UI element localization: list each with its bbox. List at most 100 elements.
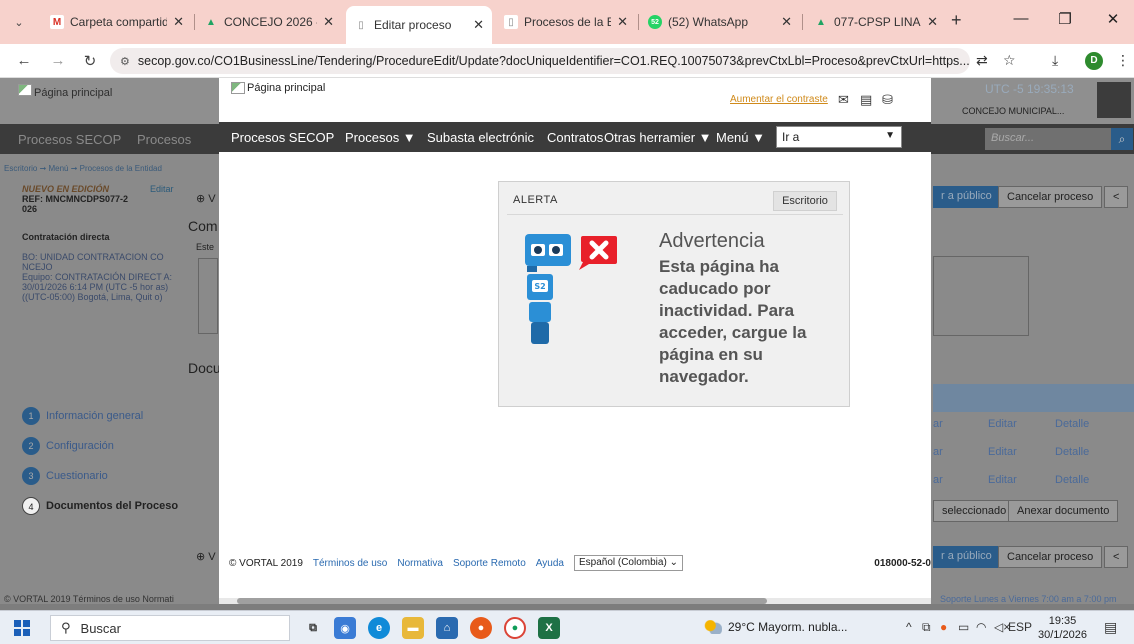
taskbar-search[interactable]: ⚲ Buscar: [50, 615, 290, 641]
language-select[interactable]: Español (Colombia) ⌄: [573, 555, 683, 571]
forward-icon[interactable]: →: [48, 52, 68, 69]
alert-dialog: ALERTA Escritorio S2 Advertencia Esta pá…: [498, 181, 850, 407]
tray-app-icon[interactable]: ⧉: [922, 620, 931, 635]
tab-close-icon[interactable]: ✕: [927, 14, 938, 30]
translate-icon[interactable]: ⇄: [976, 52, 988, 69]
profile-avatar[interactable]: D: [1085, 52, 1103, 70]
footer-link-terminos[interactable]: Términos de uso: [313, 558, 387, 569]
browser-tab-title: Carpeta compartid: [70, 15, 168, 29]
browser-tab[interactable]: ▯ Editar proceso ✕: [346, 6, 492, 44]
chevron-down-icon: ⌄: [669, 557, 678, 568]
copilot-icon[interactable]: ◉: [334, 617, 356, 639]
kebab-menu-icon[interactable]: ⋮: [1116, 52, 1130, 69]
bookmark-star-icon[interactable]: ☆: [1003, 52, 1016, 69]
footer-link-normativa[interactable]: Normativa: [397, 558, 443, 569]
step-number: 1: [22, 407, 40, 425]
tab-separator: [802, 14, 803, 30]
footer-link-ayuda[interactable]: Ayuda: [536, 558, 564, 569]
escritorio-button[interactable]: Escritorio: [773, 191, 837, 211]
background-collapse-button: <: [1104, 186, 1129, 208]
weather-text: 29°C Mayorm. nubla...: [728, 620, 848, 634]
background-contract-type: Contratación directa: [22, 232, 110, 242]
address-bar: ← → ↻ ⚙ secop.gov.co/CO1BusinessLine/Ten…: [0, 44, 1134, 78]
chrome-icon[interactable]: ●: [504, 617, 526, 639]
store-icon[interactable]: ⌂: [436, 617, 458, 639]
background-row-link: ar: [933, 418, 943, 430]
step-number: 2: [22, 437, 40, 455]
database-icon[interactable]: ⛁: [882, 92, 893, 108]
goto-select[interactable]: Ir a ▼: [776, 126, 902, 148]
background-publish-button: r a público: [933, 186, 1000, 208]
windows-taskbar: ⚲ Buscar ⧉ ◉ e ▬ ⌂ ● ● X 29°C Mayorm. nub…: [0, 610, 1134, 644]
browser-tab[interactable]: ▯ Procesos de la Enti ✕: [496, 8, 636, 36]
browser-tab[interactable]: ▲ CONCEJO 2026 - C ✕: [196, 8, 342, 36]
background-step: 3 Cuestionario: [22, 466, 108, 486]
modal-nav-item[interactable]: Contratos: [547, 130, 603, 145]
modal-nav-item[interactable]: Procesos SECOP: [231, 130, 334, 145]
download-icon[interactable]: ⤓: [1052, 52, 1058, 69]
browser-tab-title: Procesos de la Enti: [524, 15, 612, 29]
modal-nav: Procesos SECOP Procesos ▼ Subasta electrón…: [219, 122, 931, 152]
browser-tab-title: 077-CPSP LINA M: [834, 15, 921, 29]
tray-chrome-icon[interactable]: ●: [940, 620, 947, 634]
document-icon[interactable]: ▤: [860, 92, 872, 108]
tab-search-dropdown-icon[interactable]: ⌄: [8, 12, 30, 34]
minimize-icon[interactable]: —: [1006, 10, 1036, 27]
url-field[interactable]: ⚙ secop.gov.co/CO1BusinessLine/Tendering…: [110, 48, 970, 74]
alert-message: Esta página ha caducado por inactividad.…: [659, 257, 807, 386]
background-step: 1 Información general: [22, 406, 143, 426]
gmail-icon: M: [50, 15, 64, 29]
edge-icon[interactable]: e: [368, 617, 390, 639]
modal-nav-item[interactable]: Otras herramier ▼: [604, 130, 712, 145]
system-clock[interactable]: 19:35 30/1/2026: [1038, 614, 1087, 642]
step-number: 4: [22, 497, 40, 515]
background-partial-text: ⊕ V: [196, 193, 216, 205]
scrollbar-thumb[interactable]: [237, 598, 767, 604]
site-settings-icon[interactable]: ⚙: [120, 55, 130, 68]
battery-icon[interactable]: ▭: [958, 620, 969, 634]
goto-select-value: Ir a: [782, 130, 800, 144]
page-icon: ▯: [504, 15, 518, 29]
horizontal-scrollbar[interactable]: [219, 598, 931, 604]
tab-close-icon[interactable]: ✕: [323, 14, 334, 30]
mail-icon[interactable]: ✉: [838, 92, 849, 108]
restore-icon[interactable]: ❐: [1050, 10, 1080, 28]
excel-icon[interactable]: X: [538, 617, 560, 639]
background-nav-item: Procesos SECOP: [18, 132, 122, 147]
background-partial-text: Com: [188, 218, 218, 234]
tray-overflow-icon[interactable]: ^: [906, 620, 912, 634]
file-explorer-icon[interactable]: ▬: [402, 617, 424, 639]
tab-close-icon[interactable]: ✕: [173, 14, 184, 30]
taskbar-search-label: Buscar: [80, 620, 121, 636]
modal-logo[interactable]: Página principal: [231, 82, 325, 94]
firefox-icon[interactable]: ●: [470, 617, 492, 639]
back-icon[interactable]: ←: [14, 52, 34, 69]
reload-icon[interactable]: ↻: [80, 52, 100, 70]
background-textarea-right: [933, 256, 1029, 336]
background-partial-text: ⊕ V: [196, 551, 216, 563]
windows-start-icon[interactable]: [14, 620, 30, 636]
weather-widget[interactable]: 29°C Mayorm. nubla...: [704, 620, 848, 634]
tab-close-icon[interactable]: ✕: [617, 14, 628, 30]
browser-tab[interactable]: ▲ 077-CPSP LINA M ✕: [806, 8, 946, 36]
notification-center-icon[interactable]: ▤: [1104, 619, 1117, 636]
tab-close-icon[interactable]: ✕: [781, 14, 792, 30]
task-view-icon[interactable]: ⧉: [302, 617, 324, 639]
browser-tab[interactable]: M Carpeta compartid ✕: [42, 8, 192, 36]
background-avatar: [1097, 82, 1131, 118]
tab-close-icon[interactable]: ✕: [473, 17, 484, 33]
modal-nav-item[interactable]: Menú ▼: [716, 130, 765, 145]
modal-nav-item[interactable]: Subasta electrónic: [427, 130, 534, 145]
background-reference: REF: MNCMNCDPS077-2 026: [22, 194, 128, 214]
background-row-link: Editar: [988, 418, 1017, 430]
new-tab-button[interactable]: +: [951, 10, 962, 31]
browser-tab[interactable]: 52 (52) WhatsApp ✕: [640, 8, 800, 36]
step-label: Configuración: [46, 440, 114, 452]
increase-contrast-link[interactable]: Aumentar el contraste: [730, 94, 828, 105]
close-window-icon[interactable]: ✕: [1098, 10, 1128, 28]
background-breadcrumb: Escritorio ➞ Menú ➞ Procesos de la Entid…: [4, 164, 162, 173]
modal-nav-item[interactable]: Procesos ▼: [345, 130, 416, 145]
input-language[interactable]: ESP: [1008, 620, 1032, 634]
footer-link-soporte-remoto[interactable]: Soporte Remoto: [453, 558, 526, 569]
wifi-icon[interactable]: ◠: [976, 620, 986, 634]
